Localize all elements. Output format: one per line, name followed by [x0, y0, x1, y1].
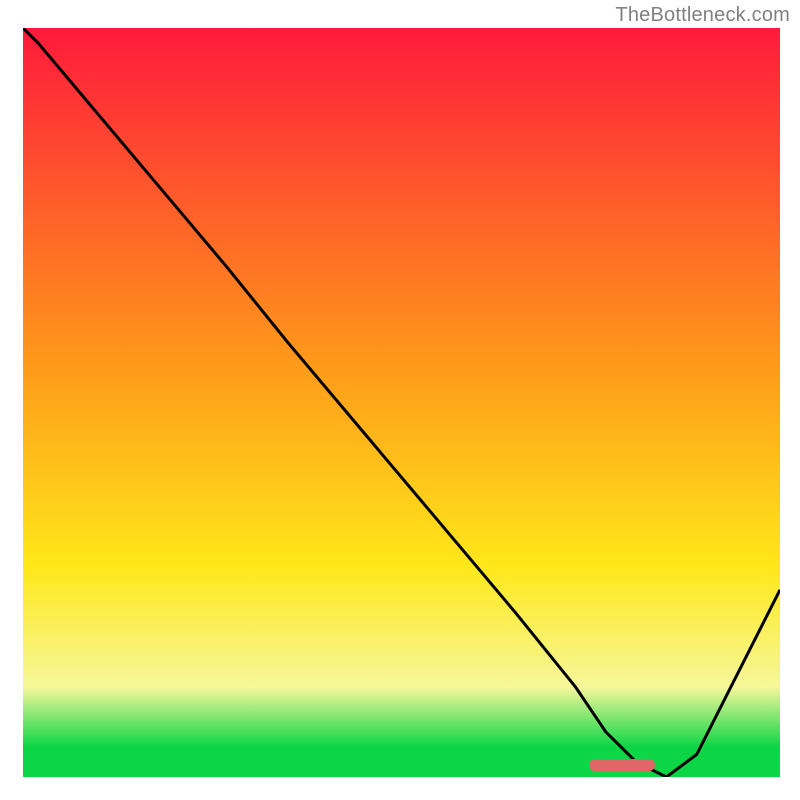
- chart-container: TheBottleneck.com: [0, 0, 800, 800]
- plot-area: [23, 28, 780, 777]
- curve-layer: [23, 28, 780, 777]
- bottleneck-curve: [23, 28, 780, 777]
- watermark-text: TheBottleneck.com: [615, 4, 790, 27]
- optimal-range-marker: [589, 759, 655, 771]
